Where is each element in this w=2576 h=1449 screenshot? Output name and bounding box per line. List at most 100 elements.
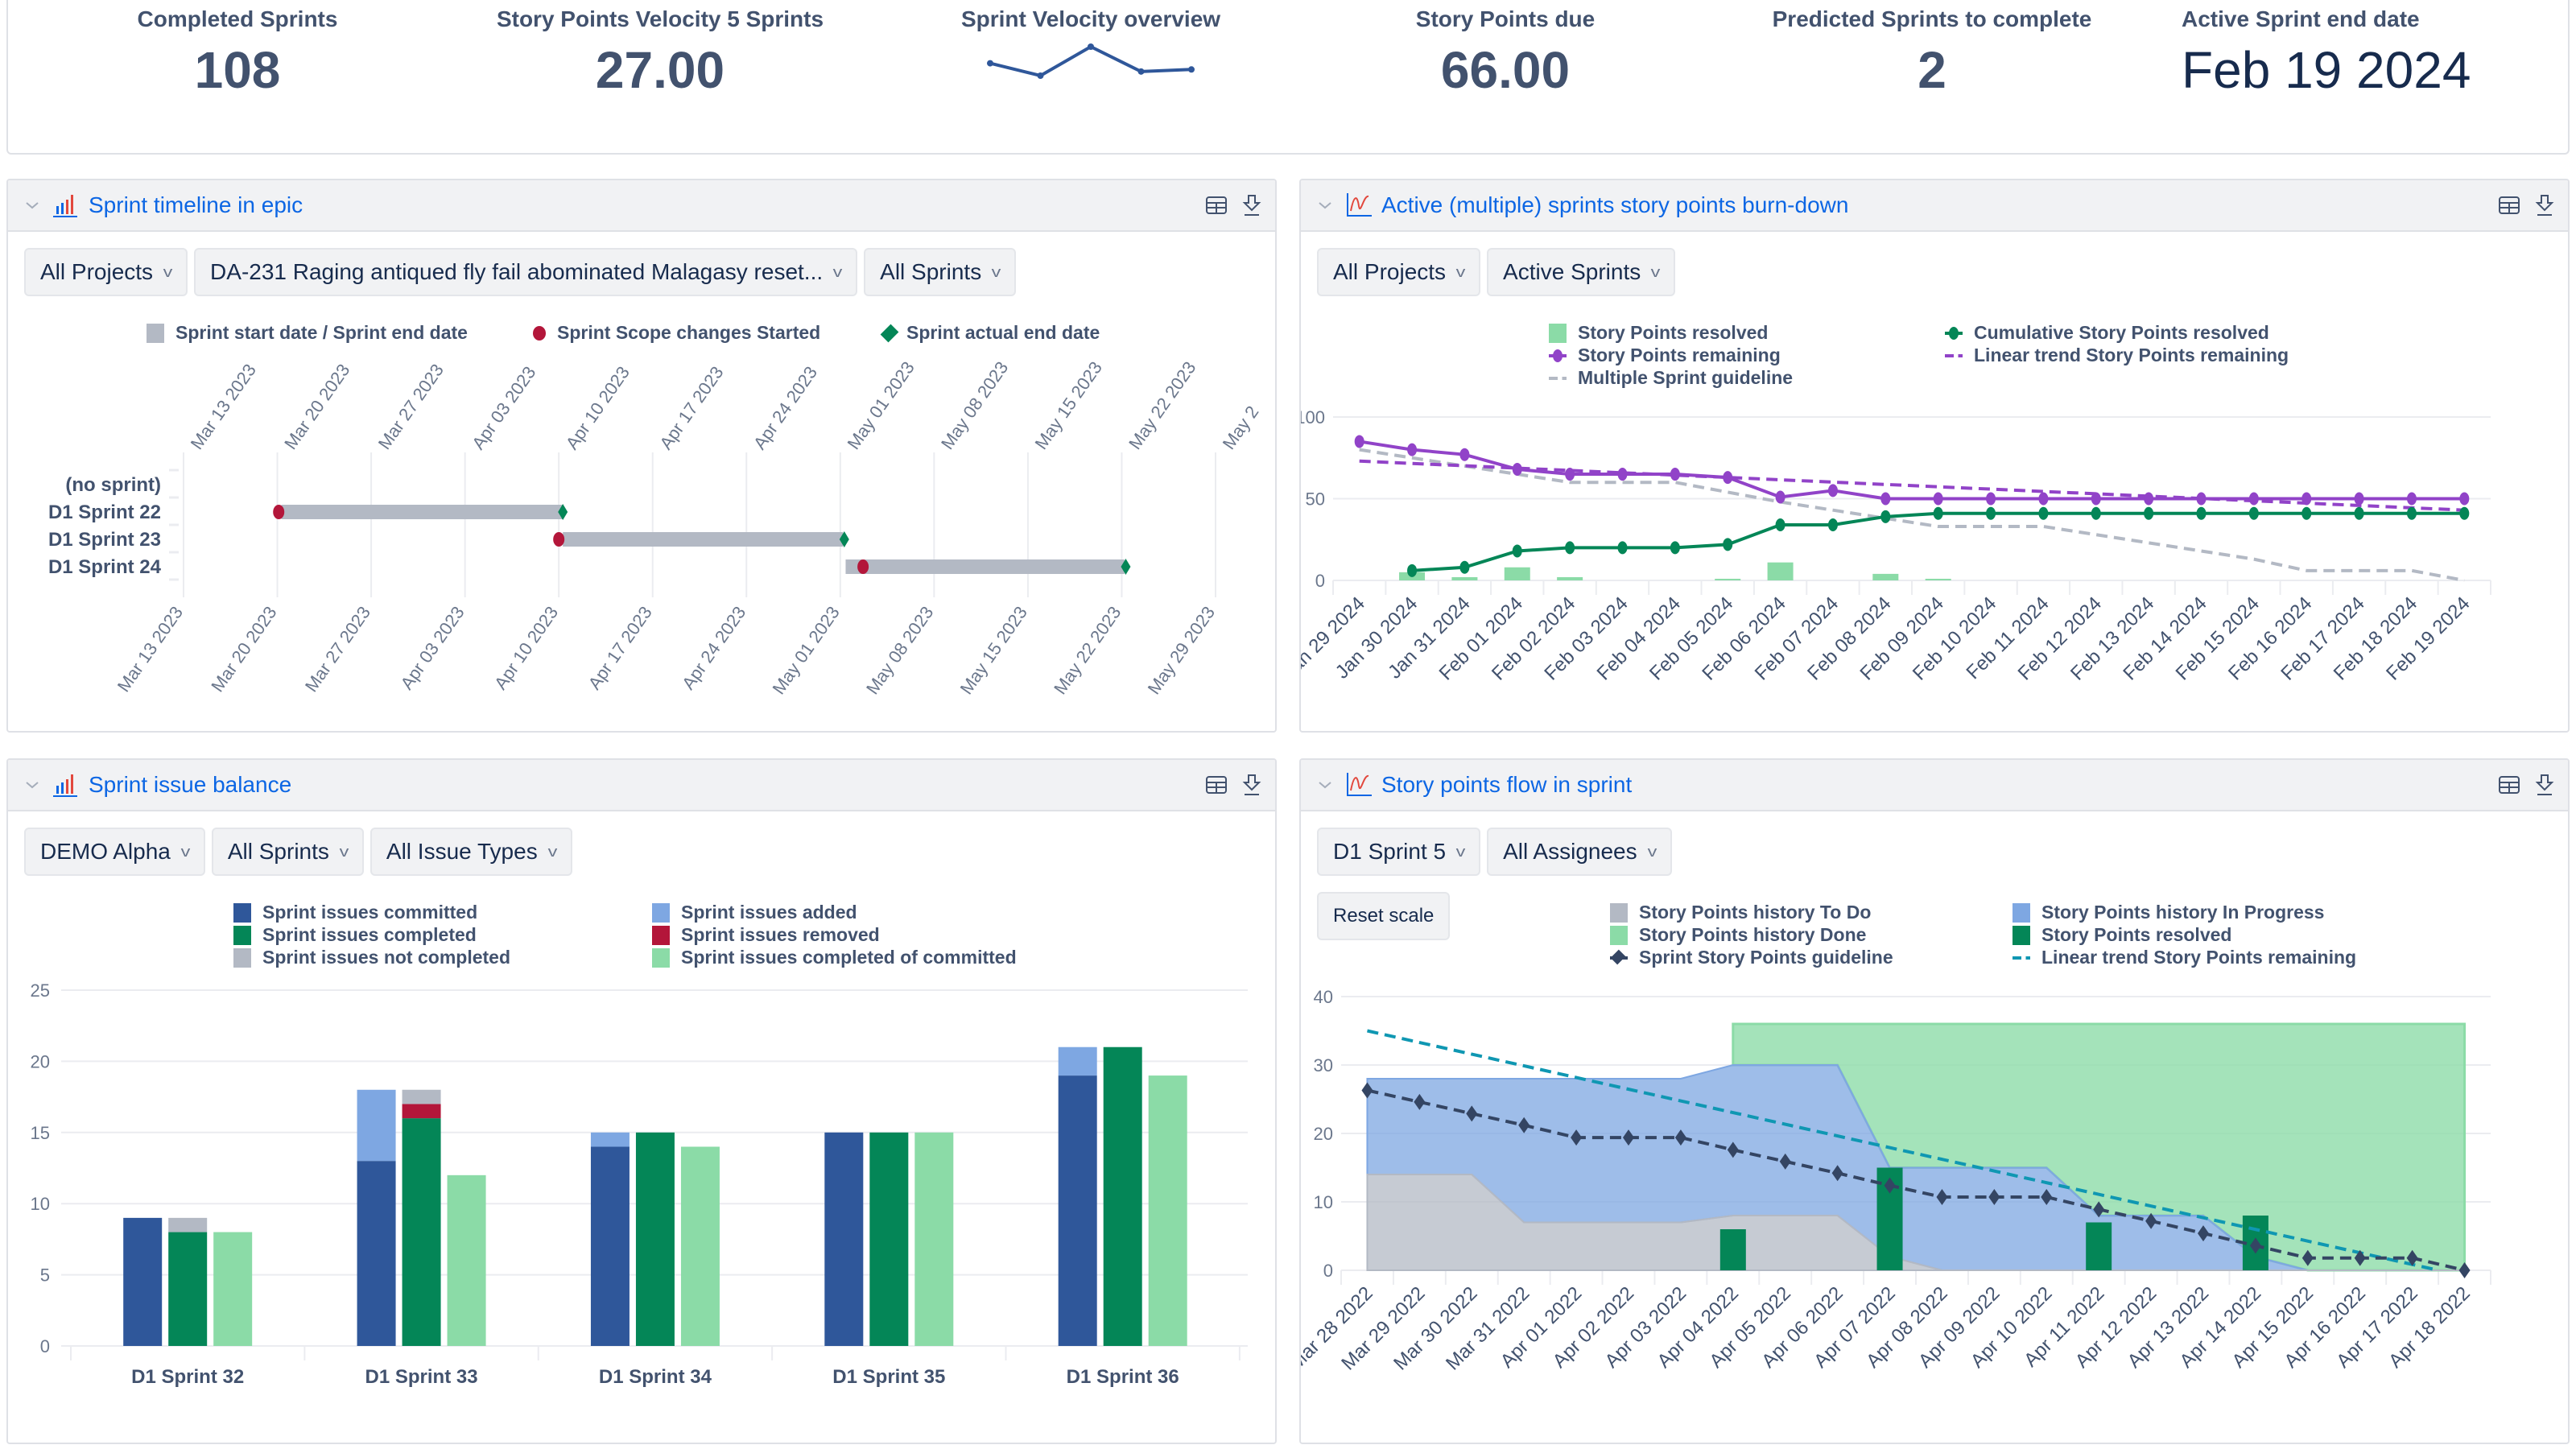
download-icon[interactable] [1240, 773, 1264, 797]
scope-change-marker [857, 559, 869, 574]
sparkline-point [987, 60, 993, 67]
panel-title[interactable]: Active (multiple) sprints story points b… [1381, 192, 1848, 218]
legend-label: Linear trend Story Points remaining [1974, 345, 2289, 365]
legend-item[interactable]: Cumulative Story Points resolved [1945, 322, 2269, 344]
remaining-point [1880, 492, 1891, 506]
legend-item[interactable]: Sprint issues removed [652, 924, 880, 946]
sprint-dropdown[interactable]: D1 Sprint 5 v [1317, 828, 1481, 876]
legend-item[interactable]: Sprint Story Points guideline [1610, 947, 1893, 968]
y-tick-label: 20 [31, 1051, 50, 1071]
balance-bar [1103, 1046, 1142, 1346]
legend-item[interactable]: Sprint issues completed of committed [652, 947, 1017, 968]
sprint-dropdown[interactable]: Active Sprints v [1487, 248, 1676, 296]
table-view-icon[interactable] [1204, 773, 1228, 797]
legend-item[interactable]: Story Points history In Progress [2013, 902, 2324, 923]
remaining-point [1512, 462, 1522, 476]
legend-item[interactable]: Sprint issues added [652, 902, 857, 923]
legend-item[interactable]: Multiple Sprint guideline [1549, 367, 1793, 389]
y-category-label: D1 Sprint 22 [48, 502, 161, 523]
y-tick-label: 25 [31, 980, 50, 1001]
legend-item[interactable]: Sprint actual end date [880, 322, 1100, 344]
x-tick-label-top: May 15 2023 [1031, 357, 1106, 453]
table-view-icon[interactable] [2497, 773, 2521, 797]
legend-item[interactable]: Sprint issues committed [233, 902, 477, 923]
remaining-point [1986, 492, 1996, 506]
panel-title[interactable]: Sprint timeline in epic [89, 192, 303, 218]
chevron-down-icon[interactable] [1315, 775, 1335, 795]
cumulative-point [1723, 538, 1733, 551]
project-dropdown[interactable]: All Projects v [1317, 248, 1481, 296]
dropdown-label: All Projects [40, 259, 154, 284]
balance-bar [914, 1132, 954, 1346]
project-dropdown[interactable]: All Projects v [24, 248, 188, 296]
balance-bar [590, 1146, 630, 1346]
legend-item[interactable]: Sprint start date / Sprint end date [147, 322, 468, 344]
download-icon[interactable] [1240, 193, 1264, 217]
cumulative-point [2144, 506, 2154, 520]
table-view-icon[interactable] [1204, 193, 1228, 217]
legend-label: Sprint issues completed of committed [681, 947, 1017, 968]
legend-item[interactable]: Sprint Scope changes Started [533, 322, 820, 344]
legend-item[interactable]: Linear trend Story Points remaining [1945, 345, 2289, 366]
x-category-label: D1 Sprint 35 [832, 1366, 945, 1388]
y-category-label: (no sprint) [65, 474, 161, 496]
legend-item[interactable]: Story Points history To Do [1610, 902, 1871, 923]
y-tick-label: 15 [31, 1123, 50, 1143]
y-tick-label: 5 [40, 1265, 50, 1286]
kpi-value: 108 [194, 41, 281, 99]
kpi-active-sprint-end: Active Sprint end date Feb 19 2024 [2182, 6, 2504, 100]
legend-item[interactable]: Linear trend Story Points remaining [2013, 947, 2356, 968]
panel-title[interactable]: Sprint issue balance [89, 772, 291, 798]
legend-label: Story Points resolved [2041, 924, 2232, 945]
flow-filters: D1 Sprint 5 v All Assignees v [1317, 828, 1672, 876]
x-category-label: D1 Sprint 32 [131, 1366, 244, 1388]
legend-label: Sprint issues committed [262, 902, 478, 923]
legend-swatch [652, 925, 670, 945]
balance-bar [869, 1132, 909, 1346]
kpi-completed-sprints: Completed Sprints 108 [129, 6, 346, 100]
timeline-filters: All Projects v DA-231 Raging antiqued fly… [24, 248, 1017, 296]
legend-item[interactable]: Sprint issues not completed [233, 947, 510, 968]
download-icon[interactable] [2533, 193, 2557, 217]
issue-type-dropdown[interactable]: All Issue Types v [369, 828, 572, 876]
legend-swatch [2013, 925, 2030, 945]
legend-item[interactable]: Story Points resolved [2013, 924, 2231, 946]
y-tick-label: 0 [40, 1336, 50, 1356]
y-tick-label: 100 [1301, 407, 1325, 427]
legend-swatch [1610, 902, 1628, 923]
chevron-down-icon[interactable] [23, 196, 42, 215]
balance-bar [1058, 1046, 1097, 1076]
chevron-down-icon[interactable] [23, 775, 42, 795]
burndown-chart: 050100Jan 29 2024Jan 30 2024Jan 31 2024F… [1301, 407, 2491, 685]
x-tick-label-bottom: Mar 13 2023 [114, 603, 187, 696]
download-icon[interactable] [2533, 773, 2557, 797]
table-view-icon[interactable] [2497, 193, 2521, 217]
cumulative-point [1775, 518, 1785, 531]
balance-bar [680, 1146, 720, 1346]
legend-item[interactable]: Story Points history Done [1610, 924, 1866, 946]
x-tick-label-top: Mar 13 2023 [187, 360, 260, 453]
panel-header: Story points flow in sprint [1301, 760, 2568, 811]
project-dropdown[interactable]: DEMO Alpha v [24, 828, 205, 876]
x-tick-label-bottom: Apr 17 2023 [584, 603, 656, 694]
chevron-down-icon[interactable] [1315, 196, 1335, 215]
cumulative-point [2354, 506, 2364, 520]
kpi-value: 66.00 [1440, 41, 1571, 99]
legend-item[interactable]: Story Points remaining [1549, 345, 1781, 366]
panel-title[interactable]: Story points flow in sprint [1381, 772, 1632, 798]
panel-header: Sprint timeline in epic [8, 180, 1275, 232]
remaining-point [1617, 468, 1628, 481]
legend-item[interactable]: Story Points resolved [1549, 322, 1768, 344]
epic-dropdown[interactable]: DA-231 Raging antiqued fly fail abominat… [194, 248, 858, 296]
legend-item[interactable]: Sprint issues completed [233, 924, 477, 946]
sprint-dropdown[interactable]: All Sprints v [211, 828, 364, 876]
legend-swatch [233, 947, 251, 968]
burndown-legend: Story Points resolved Cumulative Story P… [1301, 322, 2568, 394]
sprint-dropdown[interactable]: All Sprints v [864, 248, 1017, 296]
remaining-point [2038, 492, 2049, 506]
balance-bar [402, 1118, 441, 1346]
panel-sprint-timeline: Sprint timeline in epic All Projects v DA… [6, 179, 1277, 733]
dropdown-label: All Sprints [227, 839, 329, 864]
legend-swatch [1610, 925, 1628, 945]
assignee-dropdown[interactable]: All Assignees v [1487, 828, 1672, 876]
